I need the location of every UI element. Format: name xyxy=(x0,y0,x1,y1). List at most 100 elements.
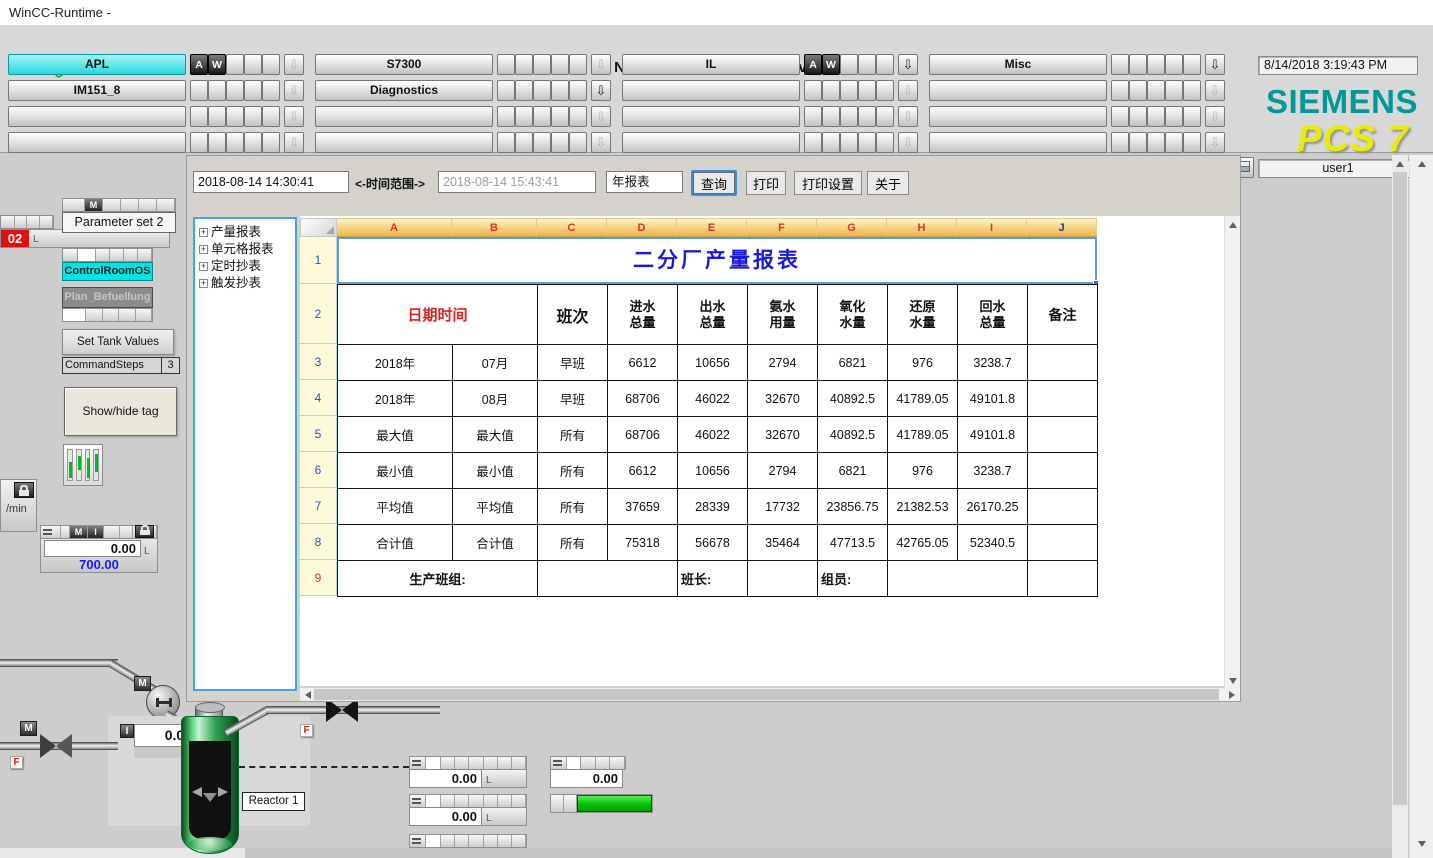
nav-toggle-a[interactable]: A xyxy=(190,54,208,75)
sheet-cell[interactable]: 46022 xyxy=(678,381,748,417)
scroll-down-arrow-icon[interactable] xyxy=(1225,674,1240,687)
sheet-cell[interactable]: 平均值 xyxy=(453,489,538,525)
nav-cell-button[interactable] xyxy=(515,80,533,101)
footer-cell-members[interactable]: 组员: xyxy=(818,561,888,597)
nav-cell-button[interactable] xyxy=(1129,106,1147,127)
nav-cell-button[interactable] xyxy=(1111,106,1129,127)
nav-cell-button[interactable] xyxy=(876,80,894,101)
nav-cell-button[interactable] xyxy=(876,54,894,75)
column-header-E[interactable]: E xyxy=(677,218,747,237)
outer-vertical-scrollbar[interactable] xyxy=(1409,155,1433,858)
column-header-D[interactable]: D xyxy=(607,218,677,237)
nav-button-empty[interactable] xyxy=(8,132,186,153)
nav-cell-button[interactable] xyxy=(822,106,840,127)
nav-cell-button[interactable] xyxy=(822,80,840,101)
i-badge[interactable]: I xyxy=(120,724,134,738)
sheet-cell[interactable]: 75318 xyxy=(608,525,678,561)
nav-cell-button[interactable] xyxy=(262,132,280,153)
tree-item-单元格报表[interactable]: +单元格报表 xyxy=(199,242,295,259)
nav-cell-button[interactable] xyxy=(497,54,515,75)
nav-cell-button[interactable] xyxy=(226,106,244,127)
nav-cell-button[interactable] xyxy=(190,132,208,153)
sheet-cell[interactable]: 07月 xyxy=(453,345,538,381)
nav-cell-button[interactable] xyxy=(226,132,244,153)
nav-cell-button[interactable] xyxy=(551,106,569,127)
expand-plus-icon[interactable]: + xyxy=(199,245,208,254)
footer-cell-team[interactable]: 生产班组: xyxy=(338,561,538,597)
sheet-cell[interactable] xyxy=(888,561,1028,597)
column-header-F[interactable]: F xyxy=(747,218,817,237)
nav-toggle-a[interactable]: A xyxy=(804,54,822,75)
parameter-set-display[interactable]: Parameter set 2 xyxy=(62,212,176,233)
row-header-7[interactable]: 7 xyxy=(300,488,337,524)
sheet-cell[interactable]: 6821 xyxy=(818,345,888,381)
nav-cell-button[interactable] xyxy=(1165,54,1183,75)
nav-cell-button[interactable] xyxy=(244,132,262,153)
sheet-cell[interactable] xyxy=(1028,561,1098,597)
sheet-cell[interactable]: 早班 xyxy=(538,381,608,417)
reactor-vessel[interactable] xyxy=(181,716,239,854)
sheet-cell[interactable]: 最大值 xyxy=(453,417,538,453)
select-all-corner[interactable] xyxy=(300,218,337,237)
sheet-cell[interactable] xyxy=(538,561,678,597)
motor-badge[interactable]: M xyxy=(20,721,37,736)
header-cell-metric[interactable]: 氨水 用量 xyxy=(748,285,818,345)
print-setup-button[interactable]: 打印设置 xyxy=(794,171,862,195)
row-header-5[interactable]: 5 xyxy=(300,416,337,452)
nav-button-il[interactable]: IL xyxy=(622,54,800,75)
plan-strip[interactable] xyxy=(62,308,153,322)
nav-cell-button[interactable] xyxy=(569,80,587,101)
sheet-cell[interactable]: 42765.05 xyxy=(888,525,958,561)
nav-cell-button[interactable] xyxy=(190,80,208,101)
header-cell-metric[interactable]: 回水 总量 xyxy=(958,285,1028,345)
start-time-picker[interactable]: 2018-08-14 14:30:41 xyxy=(193,171,349,193)
nav-cell-button[interactable] xyxy=(515,54,533,75)
column-header-H[interactable]: H xyxy=(887,218,957,237)
footer-cell-leader[interactable]: 班长: xyxy=(678,561,748,597)
nav-cell-button[interactable] xyxy=(569,106,587,127)
sheet-horizontal-scrollbar[interactable] xyxy=(300,688,1240,701)
nav-cell-button[interactable] xyxy=(1165,80,1183,101)
sheet-cell[interactable]: 3238.7 xyxy=(958,345,1028,381)
sheet-cell[interactable]: 6821 xyxy=(818,453,888,489)
nav-cell-button[interactable] xyxy=(822,132,840,153)
sheet-cell[interactable]: 32670 xyxy=(748,381,818,417)
inner-vertical-scrollbar[interactable] xyxy=(1392,155,1408,858)
sheet-cell[interactable] xyxy=(1028,381,1098,417)
sheet-cell[interactable]: 2018年 xyxy=(338,381,453,417)
nav-cell-button[interactable] xyxy=(262,54,280,75)
nav-cell-button[interactable] xyxy=(1129,132,1147,153)
nav-cell-button[interactable] xyxy=(551,54,569,75)
volume-faceplate-strip[interactable] xyxy=(550,756,626,770)
lock-icon[interactable] xyxy=(135,525,154,538)
column-header-B[interactable]: B xyxy=(452,218,537,237)
volume-faceplate-strip[interactable] xyxy=(409,834,527,848)
nav-cell-button[interactable] xyxy=(1147,106,1165,127)
nav-cell-button[interactable] xyxy=(858,54,876,75)
scroll-down-arrow-icon[interactable] xyxy=(1410,837,1433,851)
tree-item-触发抄表[interactable]: +触发抄表 xyxy=(199,276,295,293)
sheet-cell[interactable]: 所有 xyxy=(538,525,608,561)
header-cell-date[interactable]: 日期时间 xyxy=(338,285,538,345)
nav-cell-button[interactable] xyxy=(551,132,569,153)
nav-cell-button[interactable] xyxy=(226,80,244,101)
end-time-picker[interactable]: 2018-08-14 15:43:41 xyxy=(438,171,596,193)
sheet-cell[interactable]: 21382.53 xyxy=(888,489,958,525)
nav-cell-button[interactable] xyxy=(244,106,262,127)
sheet-cell[interactable]: 32670 xyxy=(748,417,818,453)
nav-button-empty[interactable] xyxy=(929,80,1107,101)
nav-cell-button[interactable] xyxy=(515,132,533,153)
nav-button-empty[interactable] xyxy=(8,106,186,127)
sheet-vertical-scrollbar[interactable] xyxy=(1224,216,1240,701)
sheet-cell[interactable]: 所有 xyxy=(538,489,608,525)
row-header-9[interactable]: 9 xyxy=(300,560,337,596)
scroll-right-arrow-icon[interactable] xyxy=(1225,688,1238,701)
sheet-cell[interactable]: 37659 xyxy=(608,489,678,525)
scroll-up-arrow-icon[interactable] xyxy=(1392,157,1408,171)
scroll-up-arrow-icon[interactable] xyxy=(1410,157,1433,171)
nav-cell-button[interactable] xyxy=(190,106,208,127)
nav-cell-button[interactable] xyxy=(1183,106,1201,127)
sheet-cell[interactable]: 合计值 xyxy=(453,525,538,561)
expand-plus-icon[interactable]: + xyxy=(199,228,208,237)
nav-cell-button[interactable] xyxy=(497,132,515,153)
